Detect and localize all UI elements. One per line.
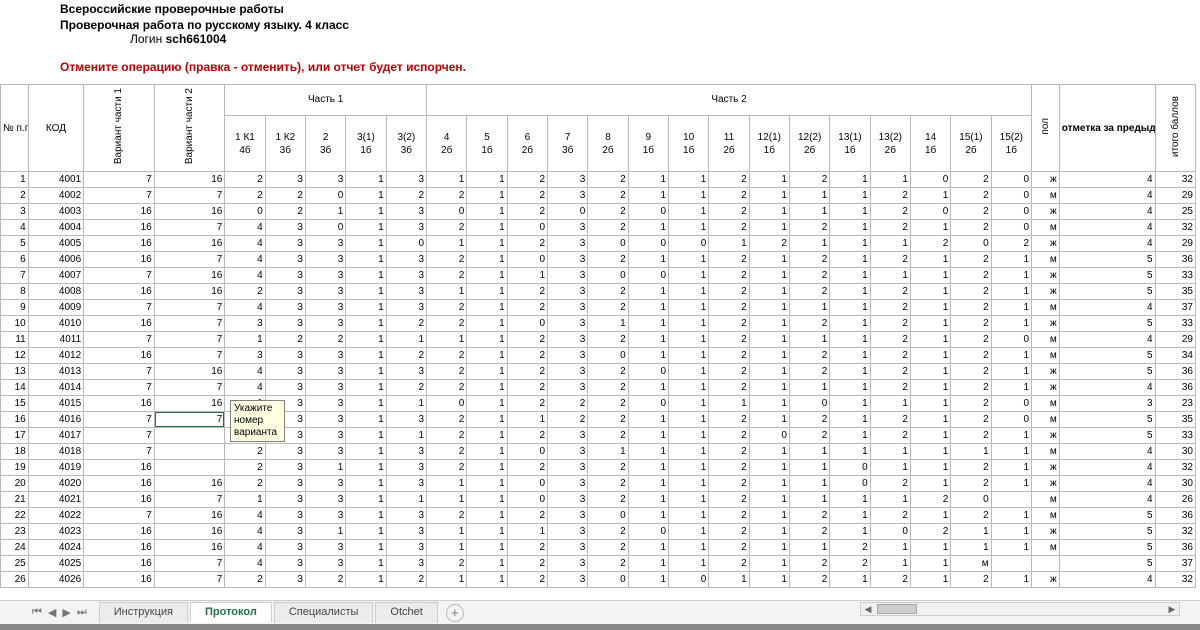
col-var1: Вариант части 1 (84, 85, 155, 172)
table-row[interactable]: 1400171623313112321121211020ж432 (1, 172, 1196, 188)
table-row[interactable]: 244024161643313112321121121111м536 (1, 540, 1196, 556)
section-part2: Часть 2 (427, 85, 1032, 116)
sheet-tab-bar: ⏮◀ ▶⏭ ИнструкцияПротоколСпециалистыOtche… (0, 600, 1200, 624)
add-sheet-button[interactable]: + (446, 604, 464, 622)
scroll-left-icon: ◀ (861, 604, 875, 615)
col-task-9: 82б (588, 115, 628, 171)
cell-tooltip: Укажите номер варианта (230, 400, 285, 442)
table-row[interactable]: 22402271643313212301121212121м536 (1, 508, 1196, 524)
col-task-4: 3(2)3б (386, 115, 426, 171)
spreadsheet-area: Всероссийские проверочные работы Проверо… (0, 0, 1200, 596)
data-grid[interactable]: № п.п. КОД Вариант части 1 Вариант части… (0, 84, 1196, 588)
section-part1: Часть 1 (225, 85, 427, 116)
col-task-3: 3(1)1б (346, 115, 386, 171)
col-task-16: 13(2)2б (870, 115, 910, 171)
table-row[interactable]: 84008161623313112321121212121ж535 (1, 284, 1196, 300)
tab-nav-arrows[interactable]: ⏮◀ ▶⏭ (30, 606, 89, 619)
col-task-14: 12(2)2б (789, 115, 829, 171)
col-task-1: 1 К23б (265, 115, 305, 171)
table-row[interactable]: 26402616723212112301011212121ж432 (1, 572, 1196, 588)
table-row[interactable]: 34003161602113012020121112020ж425 (1, 204, 1196, 220)
tab-nav-prev-icon: ◀ (46, 606, 58, 619)
col-task-12: 112б (709, 115, 749, 171)
col-task-5: 42б (427, 115, 467, 171)
col-task-0: 1 К14б (225, 115, 265, 171)
table-row[interactable]: 940097743313212321121112121м437 (1, 300, 1196, 316)
horizontal-scrollbar[interactable]: ◀ ▶ (860, 602, 1180, 616)
col-task-7: 62б (507, 115, 547, 171)
scroll-right-icon: ▶ (1165, 604, 1179, 615)
col-task-11: 101б (669, 115, 709, 171)
table-row[interactable]: 13401371643313212320121212121ж536 (1, 364, 1196, 380)
tab-nav-first-icon: ⏮ (30, 606, 44, 619)
table-row[interactable]: 1940191623113212321121101121ж432 (1, 460, 1196, 476)
col-var2: Вариант части 2 (154, 85, 225, 172)
sheet-tab-инструкция[interactable]: Инструкция (99, 602, 188, 623)
table-row[interactable]: 16401677▾43313211221121212120м535 (1, 412, 1196, 428)
sheet-tab-протокол[interactable]: Протокол (190, 602, 272, 623)
table-row[interactable]: 184018723313210311121111111м430 (1, 444, 1196, 460)
tab-nav-last-icon: ⏭ (75, 606, 89, 619)
table-row[interactable]: 234023161643113111320121210211ж532 (1, 524, 1196, 540)
col-task-18: 15(1)2б (951, 115, 991, 171)
table-row[interactable]: 240027722012212321121112120м429 (1, 188, 1196, 204)
table-row[interactable]: 7400771643313211300121211121ж533 (1, 268, 1196, 284)
col-code: КОД (28, 85, 83, 172)
col-task-2: 23б (305, 115, 345, 171)
col-task-15: 13(1)1б (830, 115, 870, 171)
tab-nav-next-icon: ▶ (60, 606, 72, 619)
table-row[interactable]: 54005161643310112300012111202ж429 (1, 236, 1196, 252)
sheet-tab-специалисты[interactable]: Специалисты (274, 602, 374, 623)
table-row[interactable]: 6400616743313210321121212121м536 (1, 252, 1196, 268)
col-task-19: 15(2)1б (991, 115, 1031, 171)
table-row[interactable]: 204020161623313110321121102121ж430 (1, 476, 1196, 492)
table-row[interactable]: 10401016733312210311121212121ж533 (1, 316, 1196, 332)
col-task-17: 141б (910, 115, 950, 171)
table-row[interactable]: 174017723311212321120212121ж533 (1, 428, 1196, 444)
table-row[interactable]: 154015161613311012220111011120м323 (1, 396, 1196, 412)
title-line-1: Всероссийские проверочные работы (0, 0, 1200, 16)
login-line: Логин sch661004 (0, 32, 1200, 46)
title-line-2: Проверочная работа по русскому языку. 4 … (0, 16, 1200, 32)
table-row[interactable]: 1440147743312212321121112121ж436 (1, 380, 1196, 396)
table-row[interactable]: 2140211671331111032112111120м426 (1, 492, 1196, 508)
table-row[interactable]: 254025167433132123211212211м537 (1, 556, 1196, 572)
col-total: итого баллов (1155, 85, 1195, 172)
col-task-13: 12(1)1б (749, 115, 789, 171)
col-task-10: 91б (628, 115, 668, 171)
window-border (0, 624, 1200, 630)
col-n: № п.п. (1, 85, 29, 172)
col-task-8: 73б (548, 115, 588, 171)
col-prev-mark: отметка за предыдущую четверть/ триместр (1059, 85, 1155, 172)
col-pol: пол (1032, 85, 1060, 172)
table-row[interactable]: 4400416743013210321121212120м432 (1, 220, 1196, 236)
warning-text: Отмените операцию (правка - отменить), и… (0, 46, 1200, 78)
col-task-6: 51б (467, 115, 507, 171)
table-row[interactable]: 12401216733312212301121212121м534 (1, 348, 1196, 364)
sheet-tab-otchet[interactable]: Otchet (375, 602, 437, 623)
table-row[interactable]: 1140117712211112321121112120м429 (1, 332, 1196, 348)
scroll-thumb[interactable] (877, 604, 917, 614)
